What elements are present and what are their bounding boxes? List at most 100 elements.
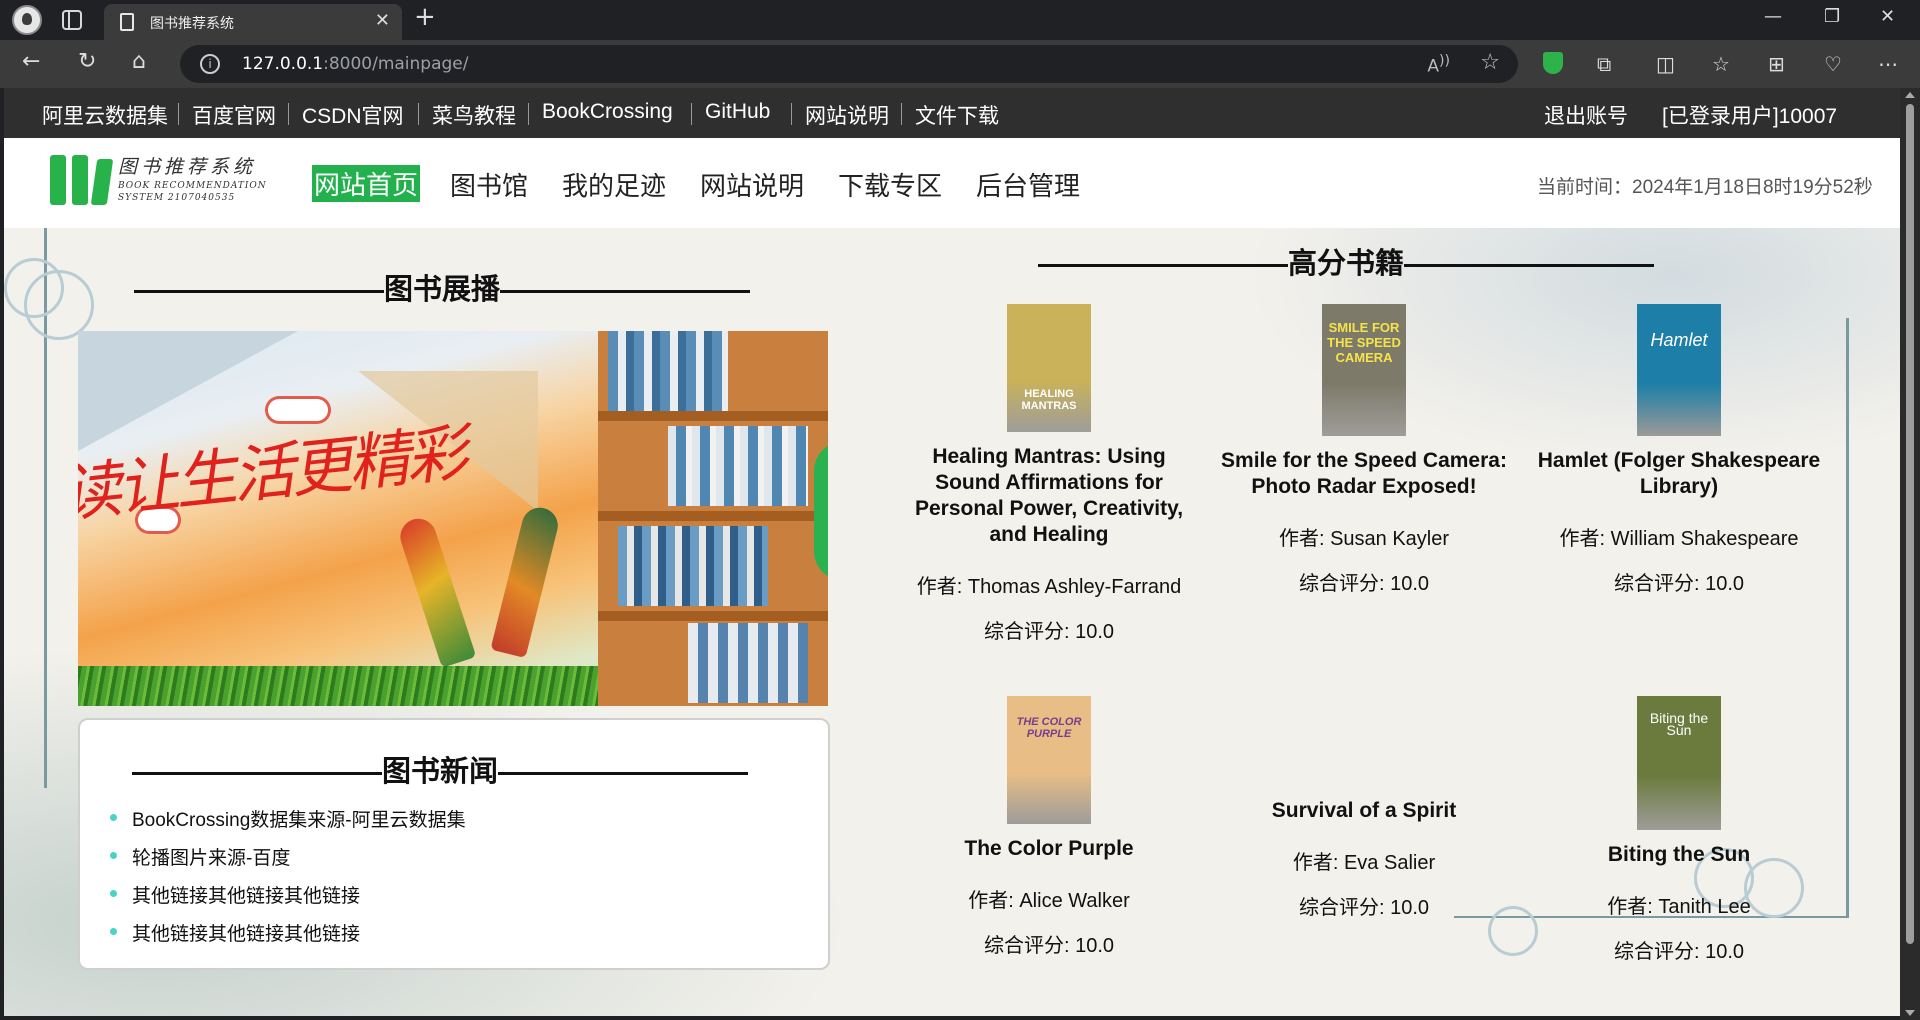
logo-books-icon[interactable] [50,155,114,205]
book-card[interactable]: HEALING MANTRAS Healing Mantras: Using S… [899,304,1199,644]
scroll-thumb[interactable] [1906,104,1914,944]
book-author: 作者: Thomas Ashley-Farrand [916,576,1182,598]
book-author: 作者: Susan Kayler [1278,528,1450,550]
book-title[interactable]: Healing Mantras: Using Sound Affirmation… [899,444,1199,548]
scroll-down-icon[interactable] [1905,1010,1915,1016]
news-item[interactable]: BookCrossing数据集来源-阿里云数据集 [110,805,466,843]
news-item[interactable]: 其他链接其他链接其他链接 [110,919,466,957]
back-icon[interactable]: ← [22,49,40,74]
toplink-baidu[interactable]: 百度官网 [192,100,276,130]
carousel-next-handle[interactable] [814,441,828,581]
divider [791,103,792,125]
toplink-csdn[interactable]: CSDN官网 [302,100,404,130]
book-score: 综合评分: 10.0 [1613,941,1745,963]
cover-text: HEALING MANTRAS [1021,388,1077,412]
page-scrollbar[interactable] [1900,88,1920,1020]
book-card[interactable]: Survival of a Spirit 作者: Eva Salier 综合评分… [1214,798,1514,920]
book-title[interactable]: The Color Purple [899,836,1199,862]
book-score: 综合评分: 10.0 [983,935,1115,957]
url-host: 127.0.0.1 [242,54,324,74]
book-card[interactable]: Biting the Sun Biting the Sun 作者: Tanith… [1529,696,1829,964]
book-author: 作者: Alice Walker [968,890,1130,912]
nav-downloads[interactable]: 下载专区 [838,166,942,203]
read-aloud-icon[interactable]: A)) [1427,53,1450,77]
book-cover[interactable]: Hamlet [1637,304,1721,436]
book-author: 作者: William Shakespeare [1559,528,1799,550]
book-title[interactable]: Smile for the Speed Camera: Photo Radar … [1214,448,1514,500]
adblock-shield-icon[interactable] [1543,52,1563,74]
news-list: BookCrossing数据集来源-阿里云数据集 轮播图片来源-百度 其他链接其… [110,805,466,957]
cover-text: SMILE FOR THE SPEED CAMERA [1327,320,1401,365]
book-cover[interactable]: Biting the Sun [1637,696,1721,830]
book-score: 综合评分: 10.0 [1298,573,1430,595]
toplink-aliyun[interactable]: 阿里云数据集 [42,100,168,130]
collections-icon[interactable]: ⊞ [1768,52,1785,76]
favorite-star-icon[interactable]: ☆ [1480,50,1500,75]
site-info-icon[interactable]: i [200,54,220,74]
book-cover[interactable]: THE COLOR PURPLE [1007,696,1091,824]
nav-admin[interactable]: 后台管理 [976,166,1080,203]
scroll-up-icon[interactable] [1905,92,1915,98]
figure-silhouette [395,514,477,668]
browser-tabstrip: 图书推荐系统 ✕ + — ❐ ✕ [0,0,1920,40]
toplink-bookcrossing[interactable]: BookCrossing [542,100,673,124]
toplink-github[interactable]: GitHub [705,100,770,124]
address-toolbar: ← ↻ ⌂ i 127.0.0.1:8000/mainpage/ A)) ☆ ⧉… [0,40,1920,88]
favorites-icon[interactable]: ☆ [1712,52,1730,76]
book-cover[interactable]: SMILE FOR THE SPEED CAMERA [1322,304,1406,436]
toplink-site-info[interactable]: 网站说明 [805,100,889,130]
home-icon[interactable]: ⌂ [132,49,146,74]
main-content: 图书展播 读让生活更精彩 图书新闻 BookCrossing数据集来源-阿里云数… [4,228,1900,1016]
tab-actions-icon[interactable] [62,10,82,30]
tab-title: 图书推荐系统 [150,16,234,32]
news-heading-text: 图书新闻 [382,756,499,788]
minimize-icon[interactable]: — [1764,6,1782,27]
new-tab-icon[interactable]: + [414,2,436,32]
performance-icon[interactable]: ♡ [1824,52,1842,76]
close-tab-icon[interactable]: ✕ [375,10,390,31]
book-title[interactable]: Hamlet (Folger Shakespeare Library) [1529,448,1829,500]
nav-library[interactable]: 图书馆 [450,166,528,203]
news-item[interactable]: 轮播图片来源-百度 [110,843,466,881]
figure-silhouette [490,503,562,659]
close-window-icon[interactable]: ✕ [1880,6,1895,27]
logout-link[interactable]: 退出账号 [1544,100,1628,130]
logged-in-user: [已登录用户]10007 [1662,105,1838,128]
book-cover[interactable]: HEALING MANTRAS [1007,304,1091,432]
book-card[interactable]: THE COLOR PURPLE The Color Purple 作者: Al… [899,696,1199,958]
divider [901,103,902,125]
top-books-heading-text: 高分书籍 [1288,248,1405,280]
book-title[interactable]: Biting the Sun [1529,842,1829,868]
toplink-downloads[interactable]: 文件下载 [915,100,999,130]
logo-text[interactable]: 图书推荐系统 BOOK RECOMMENDATION SYSTEM 210704… [118,152,267,203]
browser-tab[interactable]: 图书推荐系统 ✕ [104,4,402,40]
split-screen-icon[interactable]: ◫ [1656,52,1675,76]
book-title[interactable]: Survival of a Spirit [1214,798,1514,824]
book-card[interactable]: Hamlet Hamlet (Folger Shakespeare Librar… [1529,304,1829,596]
address-bar[interactable]: i 127.0.0.1:8000/mainpage/ A)) ☆ [180,45,1518,83]
decor-wave [24,270,94,340]
news-item[interactable]: 其他链接其他链接其他链接 [110,881,466,919]
extensions-icon[interactable]: ⧉ [1597,52,1611,76]
nav-history[interactable]: 我的足迹 [562,166,666,203]
decor-frame-right [1846,318,1849,918]
news-heading: 图书新闻 [132,748,749,790]
toplink-runoob[interactable]: 菜鸟教程 [432,100,516,130]
profile-avatar-icon[interactable] [12,5,42,35]
image-carousel[interactable]: 读让生活更精彩 [78,331,828,706]
url-text[interactable]: 127.0.0.1:8000/mainpage/ [242,54,469,74]
book-score: 综合评分: 10.0 [1613,573,1745,595]
book-card[interactable]: SMILE FOR THE SPEED CAMERA Smile for the… [1214,304,1514,596]
reload-icon[interactable]: ↻ [78,49,96,74]
divider [691,103,692,125]
nav-home[interactable]: 网站首页 [312,165,421,202]
cover-text: Biting the Sun [1649,710,1709,738]
bookshelf-image [598,331,828,706]
more-menu-icon[interactable]: ⋯ [1878,52,1898,76]
nav-site-info[interactable]: 网站说明 [700,166,804,203]
restore-icon[interactable]: ❐ [1824,6,1840,27]
logo-subtitle-2: SYSTEM 2107040535 [118,193,236,203]
logo-title: 图书推荐系统 [118,156,257,178]
logo-subtitle: BOOK RECOMMENDATION [118,181,267,191]
divider [418,103,419,125]
